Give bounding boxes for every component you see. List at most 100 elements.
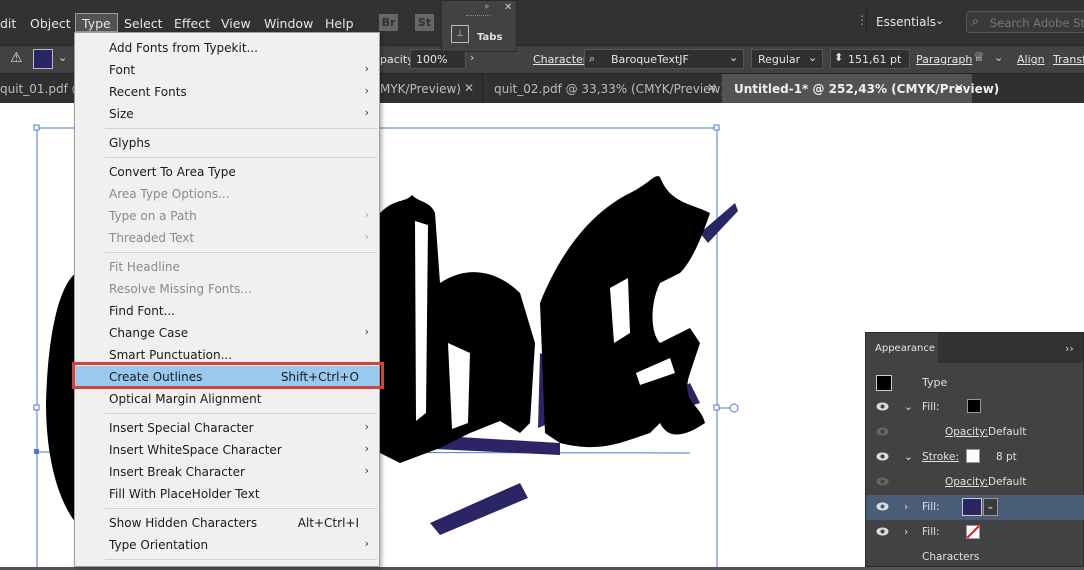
menu-item-convert-area-type[interactable]: Convert To Area Type	[75, 161, 379, 183]
tabs-ruler-icon: ⊥	[451, 25, 469, 43]
menu-type[interactable]: Type	[75, 13, 118, 32]
menu-item-optical-margin[interactable]: Optical Margin Alignment	[75, 388, 379, 410]
appearance-row-characters[interactable]: Characters	[866, 545, 1084, 570]
doc-tab-quit-01[interactable]: quit_01.pdf @ 3	[0, 74, 95, 104]
menu-item-type-on-path: Type on a Path ›	[109, 208, 369, 223]
search-icon: ⌕	[972, 14, 979, 28]
eye-icon[interactable]	[876, 402, 889, 411]
menu-select[interactable]: Select	[124, 16, 163, 31]
paragraph-panel-link[interactable]: Paragraph	[916, 53, 972, 66]
stroke-link[interactable]: Stroke:	[922, 451, 959, 463]
menu-separator	[105, 252, 377, 253]
appearance-row-type[interactable]: Type	[866, 370, 1084, 395]
chevron-right-icon[interactable]: ›	[470, 51, 474, 64]
font-size-input[interactable]: ⬍ 151,61 pt	[830, 49, 910, 69]
menu-item-insert-break[interactable]: Insert Break Character ›	[75, 461, 379, 483]
eye-icon[interactable]	[876, 527, 889, 536]
menu-item-type-orientation[interactable]: Type Orientation ›	[75, 534, 379, 556]
tab-appearance[interactable]: Appearance	[866, 333, 938, 363]
fill-swatch[interactable]	[33, 49, 53, 69]
menu-help[interactable]: Help	[325, 16, 354, 31]
appearance-row-stroke-opacity: Opacity: Default	[866, 470, 1084, 495]
close-icon[interactable]: ✕	[464, 81, 474, 95]
bridge-button[interactable]: Br	[379, 14, 398, 31]
chevron-right-icon[interactable]: ›	[904, 526, 908, 538]
eye-icon[interactable]	[876, 452, 889, 461]
menu-item-glyphs[interactable]: Glyphs	[75, 132, 379, 154]
menu-item-insert-special-char[interactable]: Insert Special Character ›	[75, 417, 379, 439]
eye-icon[interactable]	[876, 502, 889, 511]
menu-object[interactable]: Object	[30, 16, 71, 31]
font-family-select[interactable]: ⌕ BaroqueTextJF ⌄	[584, 49, 744, 69]
menu-item-recent-fonts[interactable]: Recent Fonts ›	[75, 81, 379, 103]
stock-search-input[interactable]: ⌕ Search Adobe Stock	[966, 11, 1084, 33]
menu-edit[interactable]: dit	[0, 16, 16, 31]
doc-tab-label: MYK/Preview)	[380, 82, 461, 96]
collapse-icon[interactable]: ››	[1065, 342, 1074, 355]
doc-tab-partial[interactable]: MYK/Preview) ✕	[380, 74, 480, 104]
menu-effect[interactable]: Effect	[174, 16, 210, 31]
opacity-link[interactable]: Opacity:	[945, 426, 988, 438]
fill-swatch[interactable]	[967, 399, 981, 413]
transform-panel-link[interactable]: Transfo	[1053, 53, 1084, 66]
chevron-down-icon[interactable]: ⌄	[904, 451, 913, 463]
menu-item-fill-placeholder[interactable]: Fill With PlaceHolder Text	[75, 483, 379, 505]
search-placeholder: Search Adobe Stock	[990, 16, 1084, 30]
menu-view[interactable]: View	[221, 16, 251, 31]
doc-tab-quit-02[interactable]: quit_02.pdf @ 33,33% (CMYK/Preview) ✕	[482, 74, 725, 104]
appearance-row-char-stroke[interactable]: › Fill:	[866, 520, 1084, 545]
opacity-input[interactable]: 100%	[410, 49, 466, 69]
appearance-row-fill[interactable]: ⌄ Fill:	[866, 395, 1084, 420]
chevron-down-icon[interactable]: ⌄	[994, 51, 1003, 64]
chevron-right-icon: ›	[364, 62, 369, 75]
stroke-swatch[interactable]	[966, 449, 980, 463]
menu-window[interactable]: Window	[264, 16, 313, 31]
glyph-shadow	[430, 483, 528, 535]
chevron-right-icon[interactable]: ›	[904, 501, 908, 513]
menu-item-area-type-options: Area Type Options...	[109, 187, 230, 201]
menu-item-change-case[interactable]: Change Case ›	[75, 322, 379, 344]
chevron-down-icon[interactable]: ⌄	[983, 498, 998, 516]
font-size: 151,61 pt	[848, 53, 902, 66]
appearance-panel: Appearance ›› Type ⌄ Fill: Opacity: Defa…	[865, 332, 1084, 567]
workspace-switcher[interactable]: Essentials ⌄	[866, 9, 953, 34]
stock-button[interactable]: St	[415, 14, 434, 31]
chevron-down-icon: ⌄	[935, 14, 945, 27]
opacity-link[interactable]: Opacity:	[945, 476, 988, 488]
tabs-floating-panel[interactable]: » ✕ ⊥ Tabs	[441, 0, 517, 52]
close-icon[interactable]: ✕	[954, 81, 964, 95]
menu-item-add-fonts-typekit[interactable]: Add Fonts from Typekit...	[75, 37, 379, 59]
eye-icon[interactable]	[876, 427, 889, 436]
grip-icon[interactable]	[466, 15, 490, 18]
align-panel-link[interactable]: Align	[1017, 53, 1045, 66]
chevron-down-icon[interactable]: ⌄	[904, 401, 913, 413]
close-icon[interactable]: ✕	[504, 2, 512, 13]
menu-separator	[105, 508, 377, 509]
collapse-icon[interactable]: »	[484, 2, 490, 12]
no-fill-swatch-icon[interactable]	[966, 525, 980, 539]
doc-tab-untitled-1[interactable]: Untitled-1* @ 252,43% (CMYK/Preview) ✕	[722, 74, 999, 104]
appearance-panel-header: Appearance ››	[866, 333, 1083, 363]
selection-handle	[713, 124, 720, 131]
menu-item-insert-whitespace[interactable]: Insert WhiteSpace Character ›	[75, 439, 379, 461]
menu-item-font[interactable]: Font ›	[75, 59, 379, 81]
font-style-select[interactable]: Regular ⌄	[751, 49, 823, 69]
menu-item-find-font[interactable]: Find Font...	[75, 300, 379, 322]
selection-handle	[33, 404, 40, 411]
chevron-down-icon[interactable]: ⌄	[58, 51, 67, 64]
menu-item-show-hidden-chars[interactable]: Show Hidden Characters Alt+Ctrl+I	[75, 512, 379, 534]
fill-label: Fill:	[922, 401, 940, 413]
warp-icon[interactable]: ♕	[973, 50, 985, 65]
char-fill-swatch[interactable]	[962, 498, 982, 516]
close-icon[interactable]: ✕	[707, 81, 717, 95]
menu-item-resolve-missing-fonts: Resolve Missing Fonts...	[109, 282, 252, 296]
appearance-row-char-fill-selected[interactable]: › Fill: ⌄	[866, 495, 1084, 520]
workspace-label: Essentials	[876, 15, 937, 29]
eye-icon[interactable]	[876, 477, 889, 486]
menu-item-size[interactable]: Size ›	[75, 103, 379, 125]
character-panel-link[interactable]: Character:	[533, 53, 591, 66]
font-name: BaroqueTextJF	[611, 53, 689, 66]
chevron-right-icon: ›	[364, 230, 369, 243]
glyph-left-fragment	[46, 273, 76, 523]
appearance-row-stroke[interactable]: ⌄ Stroke: 8 pt	[866, 445, 1084, 470]
